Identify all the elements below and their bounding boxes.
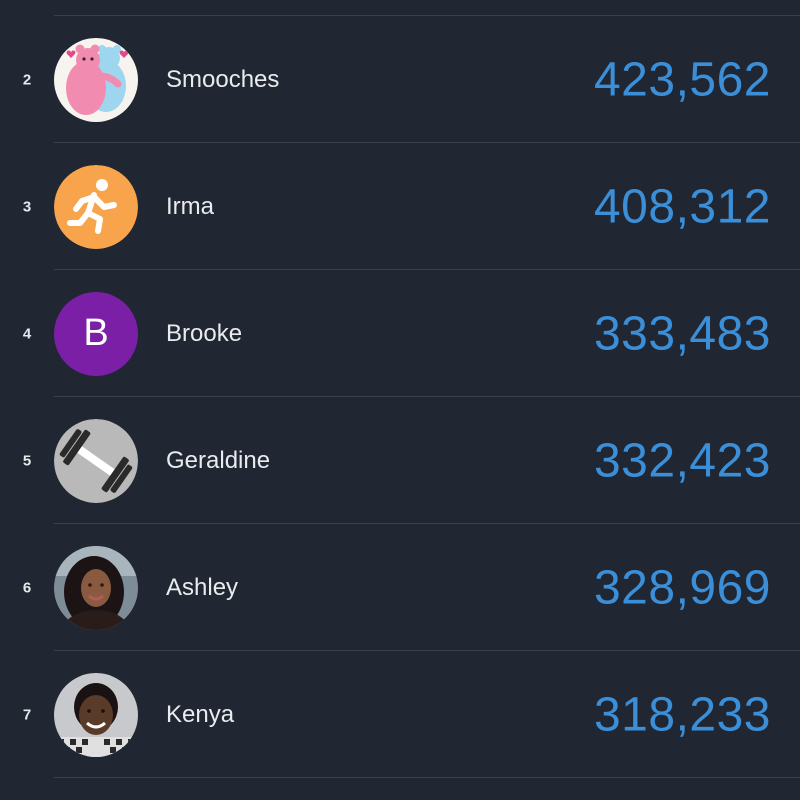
player-score: 332,423 xyxy=(593,434,771,487)
leaderboard-row[interactable]: 3 Irma 408,312 xyxy=(0,143,800,270)
rank-number: 2 xyxy=(22,71,32,88)
player-score: 408,312 xyxy=(593,180,771,233)
avatar[interactable]: B xyxy=(54,291,138,376)
avatar-initial: B xyxy=(83,312,109,354)
rank-number: 7 xyxy=(22,706,32,723)
leaderboard-list: 2 Smooches 423,562 3 Irma 408,312 4 B Br… xyxy=(0,0,800,800)
avatar[interactable] xyxy=(54,37,138,122)
leaderboard-row[interactable]: 5 Geraldine 332,423 xyxy=(0,397,800,524)
leaderboard-row[interactable]: 6 Ashley 328,969 xyxy=(0,524,800,651)
rank-number: 3 xyxy=(22,198,32,215)
hugging-bears-icon xyxy=(54,37,138,122)
player-score: 423,562 xyxy=(593,53,771,106)
profile-photo xyxy=(54,545,138,630)
leaderboard-row[interactable]: 2 Smooches 423,562 xyxy=(0,16,800,143)
leaderboard-row[interactable]: 4 B Brooke 333,483 xyxy=(0,270,800,397)
player-name: Geraldine xyxy=(166,446,271,474)
rank-number: 5 xyxy=(22,452,32,469)
player-score: 318,233 xyxy=(593,688,771,741)
player-name: Kenya xyxy=(166,700,235,728)
running-person-icon xyxy=(54,164,138,249)
avatar[interactable] xyxy=(54,164,138,249)
row-divider xyxy=(54,777,800,778)
player-name: Irma xyxy=(166,192,214,220)
player-name: Ashley xyxy=(166,573,239,601)
avatar[interactable] xyxy=(54,545,138,630)
leaderboard-row[interactable]: 7 Kenya 318,233 xyxy=(0,651,800,778)
avatar[interactable] xyxy=(54,672,138,757)
rank-number: 4 xyxy=(22,325,32,342)
player-name: Smooches xyxy=(166,65,280,93)
profile-photo xyxy=(54,672,138,757)
rank-number: 6 xyxy=(22,579,32,596)
player-score: 328,969 xyxy=(593,561,771,614)
player-name: Brooke xyxy=(166,319,243,347)
dumbbell-icon xyxy=(54,418,138,503)
avatar[interactable] xyxy=(54,418,138,503)
player-score: 333,483 xyxy=(593,307,771,360)
